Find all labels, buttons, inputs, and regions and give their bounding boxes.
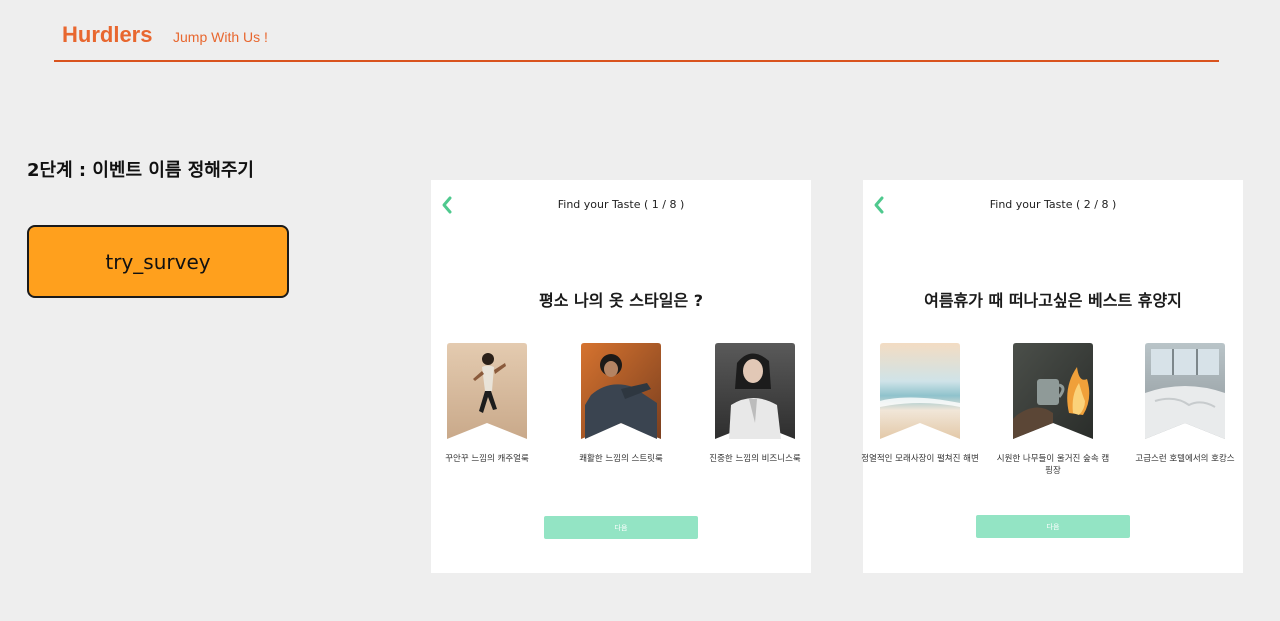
option-beach[interactable]: 정열적인 모래사장이 펼쳐진 해변: [860, 343, 980, 465]
step-title: 2단계 : 이벤트 이름 정해주기: [27, 160, 254, 181]
survey-progress-title: Find your Taste ( 1 / 8 ): [557, 198, 685, 211]
survey-question: 평소 나의 옷 스타일은 ?: [538, 291, 704, 310]
option-business[interactable]: 진중한 느낌의 비즈니스룩: [695, 343, 815, 465]
option-casual[interactable]: 꾸안꾸 느낌의 캐주얼룩: [427, 343, 547, 465]
option-street[interactable]: 쾌활한 느낌의 스트릿룩: [561, 343, 681, 465]
option-hotel[interactable]: 고급스런 호텔에서의 호캉스: [1125, 343, 1245, 465]
option-label: 고급스런 호텔에서의 호캉스: [1135, 454, 1235, 464]
try-survey-button[interactable]: try_survey: [27, 225, 289, 298]
next-button[interactable]: 다음: [976, 515, 1130, 538]
survey-card-1: Find your Taste ( 1 / 8 ) 평소 나의 옷 스타일은 ?…: [431, 180, 811, 573]
option-label: 진중한 느낌의 비즈니스룩: [709, 454, 801, 464]
survey-card-2: Find your Taste ( 2 / 8 ) 여름휴가 때 떠나고싶은 베…: [860, 180, 1245, 573]
next-button[interactable]: 다음: [544, 516, 698, 539]
option-label: 꾸안꾸 느낌의 캐주얼룩: [445, 454, 529, 464]
survey-progress-title: Find your Taste ( 2 / 8 ): [989, 198, 1117, 211]
brand-logo[interactable]: Hurdlers: [62, 22, 152, 48]
option-label: 쾌활한 느낌의 스트릿룩: [579, 454, 663, 464]
beach-photo: [880, 343, 960, 439]
person-streetwear-photo: [581, 343, 661, 439]
survey-question: 여름휴가 때 떠나고싶은 베스트 휴양지: [924, 291, 1182, 310]
person-dancing-photo: [447, 343, 527, 439]
campfire-photo: [1013, 343, 1093, 439]
option-label: 정열적인 모래사장이 펼쳐진 해변: [861, 454, 979, 464]
brand-tagline: Jump With Us !: [173, 29, 268, 45]
person-business-photo: [715, 343, 795, 439]
option-campfire[interactable]: 시원한 나무들이 울거진 숲속 캠핑장: [993, 343, 1113, 477]
hotel-bed-photo: [1145, 343, 1225, 439]
option-label: 시원한 나무들이 울거진 숲속 캠핑장: [996, 454, 1110, 476]
header-divider: [54, 60, 1219, 62]
